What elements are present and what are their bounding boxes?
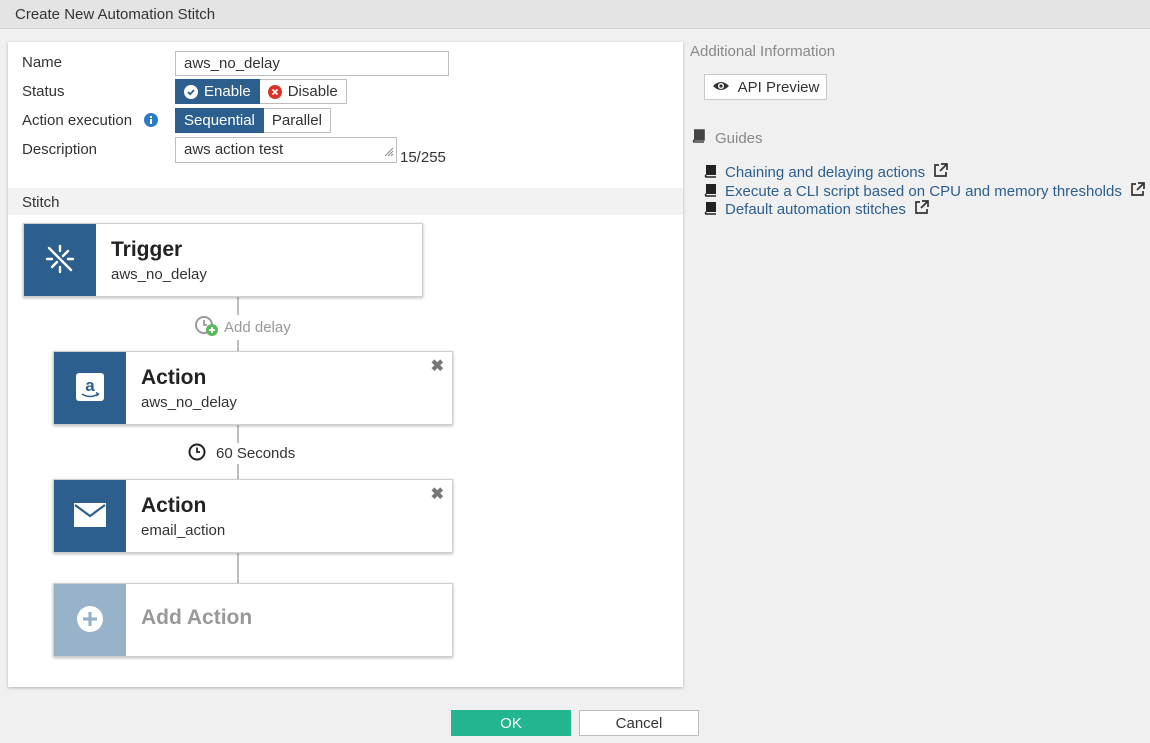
description-value: aws action test	[184, 141, 284, 158]
guide-link[interactable]: Chaining and delaying actions	[704, 163, 949, 182]
description-label: Description	[22, 141, 98, 158]
ok-label: OK	[500, 714, 522, 732]
description-counter: 15/255	[400, 149, 446, 166]
status-label: Status	[22, 83, 65, 100]
add-delay-button[interactable]: Add delay	[192, 315, 293, 340]
external-link-icon	[1130, 182, 1145, 201]
action-card[interactable]: a Action aws_no_delay ✖	[53, 351, 453, 425]
dialog-titlebar: Create New Automation Stitch	[0, 0, 1150, 29]
book-icon	[704, 183, 717, 201]
svg-text:a: a	[85, 376, 95, 395]
name-input-value: aws_no_delay	[184, 55, 280, 72]
trigger-card[interactable]: Trigger aws_no_delay	[23, 223, 423, 297]
guides-label: Guides	[715, 129, 763, 147]
book-icon	[704, 164, 717, 182]
remove-action-icon[interactable]: ✖	[431, 356, 444, 376]
sequential-button[interactable]: Sequential	[175, 108, 264, 133]
status-toggle: Enable Disable	[175, 79, 347, 104]
main-panel: Name aws_no_delay Status Enable Disable …	[8, 42, 683, 687]
x-circle-icon	[267, 84, 282, 99]
action-title: Action	[141, 494, 207, 517]
clock-icon	[188, 443, 206, 464]
add-action-card[interactable]: Add Action	[53, 583, 453, 657]
add-action-label: Add Action	[141, 606, 253, 629]
disable-button[interactable]: Disable	[259, 79, 347, 104]
parallel-label: Parallel	[271, 112, 322, 129]
check-circle-icon	[184, 84, 198, 99]
cancel-label: Cancel	[615, 714, 663, 732]
parallel-button[interactable]: Parallel	[263, 108, 331, 133]
action-card[interactable]: Action email_action ✖	[53, 479, 453, 553]
trigger-icon	[43, 242, 77, 279]
add-action-icon-box	[54, 584, 126, 656]
guide-link-label: Chaining and delaying actions	[725, 164, 926, 181]
sequential-label: Sequential	[184, 112, 255, 129]
name-label: Name	[22, 54, 63, 71]
eye-icon	[712, 79, 730, 96]
additional-info-heading: Additional Information	[690, 43, 836, 60]
api-preview-label: API Preview	[737, 78, 820, 96]
trigger-title: Trigger	[111, 238, 183, 261]
stitch-header-label: Stitch	[22, 194, 60, 211]
plus-circle-icon	[76, 605, 104, 636]
cancel-button[interactable]: Cancel	[579, 710, 699, 736]
delay-indicator[interactable]: 60 Seconds	[186, 443, 298, 464]
action-icon-box	[54, 480, 126, 552]
guide-link-label: Execute a CLI script based on CPU and me…	[725, 183, 1122, 200]
delay-label: 60 Seconds	[216, 445, 296, 462]
guides-heading: Guides	[692, 129, 763, 147]
remove-action-icon[interactable]: ✖	[431, 484, 444, 504]
amazon-icon: a	[76, 372, 104, 404]
execution-toggle: Sequential Parallel	[175, 108, 331, 133]
action-icon-box: a	[54, 352, 126, 424]
guide-link[interactable]: Default automation stitches	[704, 200, 929, 219]
trigger-subtitle: aws_no_delay	[111, 266, 207, 283]
disable-label: Disable	[287, 83, 338, 100]
action-execution-label: Action execution	[22, 112, 133, 129]
enable-label: Enable	[204, 83, 251, 100]
action-subtitle: email_action	[141, 522, 226, 539]
book-icon	[692, 129, 705, 147]
book-icon	[704, 201, 717, 219]
action-subtitle: aws_no_delay	[141, 394, 237, 411]
api-preview-button[interactable]: API Preview	[704, 74, 827, 100]
description-textarea[interactable]: aws action test	[175, 137, 397, 163]
enable-button[interactable]: Enable	[175, 79, 260, 104]
add-delay-label: Add delay	[224, 319, 291, 336]
connector-line	[237, 552, 239, 584]
ok-button[interactable]: OK	[451, 710, 571, 736]
guide-link-label: Default automation stitches	[725, 201, 906, 218]
action-title: Action	[141, 366, 207, 389]
dialog-title: Create New Automation Stitch	[15, 6, 216, 23]
stitch-section-header: Stitch	[8, 188, 683, 215]
external-link-icon	[914, 200, 929, 219]
info-icon[interactable]	[144, 113, 158, 130]
trigger-icon-box	[24, 224, 96, 296]
guide-link[interactable]: Execute a CLI script based on CPU and me…	[704, 182, 1145, 201]
resize-handle-icon[interactable]	[382, 144, 394, 161]
add-delay-clock-icon	[194, 315, 220, 340]
name-input[interactable]: aws_no_delay	[175, 51, 449, 76]
external-link-icon	[933, 163, 949, 182]
envelope-icon	[73, 502, 107, 531]
